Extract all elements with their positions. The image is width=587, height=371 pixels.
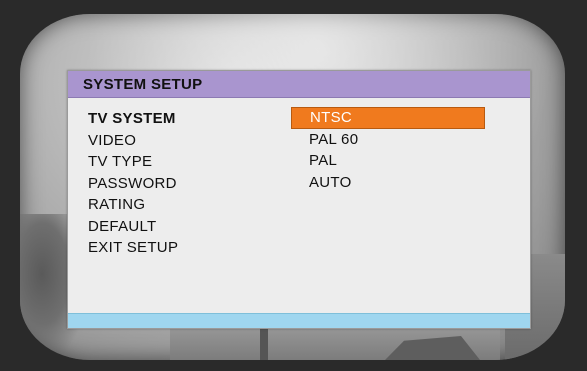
menu-footer-bar: [68, 313, 530, 328]
background-pole: [260, 326, 268, 360]
menu-title-bar: SYSTEM SETUP: [68, 71, 530, 98]
menu-body: TV SYSTEM VIDEO TV TYPE PASSWORD RATING …: [68, 98, 530, 314]
menu-title: SYSTEM SETUP: [83, 75, 203, 93]
menu-item-password[interactable]: PASSWORD: [88, 173, 178, 195]
menu-item-rating[interactable]: RATING: [88, 194, 178, 216]
menu-item-exit-setup[interactable]: EXIT SETUP: [88, 237, 178, 259]
tv-system-option-list: NTSC PAL 60 PAL AUTO: [291, 107, 485, 193]
system-setup-menu: SYSTEM SETUP TV SYSTEM VIDEO TV TYPE PAS…: [67, 70, 531, 329]
tv-frame: SYSTEM SETUP TV SYSTEM VIDEO TV TYPE PAS…: [0, 0, 587, 371]
option-pal[interactable]: PAL: [291, 150, 485, 172]
option-auto[interactable]: AUTO: [291, 172, 485, 194]
menu-item-video[interactable]: VIDEO: [88, 130, 178, 152]
setup-item-list: TV SYSTEM VIDEO TV TYPE PASSWORD RATING …: [88, 108, 178, 259]
menu-item-tv-system[interactable]: TV SYSTEM: [88, 108, 178, 130]
option-pal-60[interactable]: PAL 60: [291, 129, 485, 151]
menu-item-tv-type[interactable]: TV TYPE: [88, 151, 178, 173]
option-ntsc[interactable]: NTSC: [291, 107, 485, 129]
menu-item-default[interactable]: DEFAULT: [88, 216, 178, 238]
